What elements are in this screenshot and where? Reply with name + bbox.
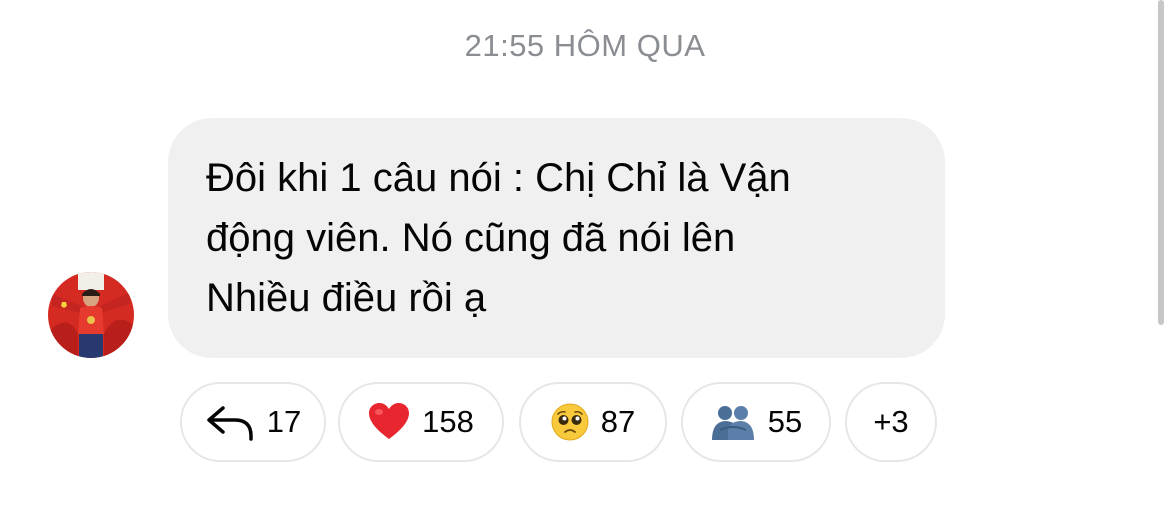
- pleading-reaction-button[interactable]: 87: [519, 382, 667, 462]
- pleading-count: 87: [600, 404, 636, 439]
- message-line: Nhiều điều rồi ạ: [206, 276, 487, 320]
- avatar-image-icon: [48, 272, 134, 358]
- pleading-face-icon: [551, 403, 589, 441]
- hug-reaction-button[interactable]: 55: [681, 382, 831, 462]
- hug-count: 55: [767, 404, 803, 439]
- message-timestamp: 21:55 HÔM QUA: [464, 28, 706, 63]
- message-bubble[interactable]: Đôi khi 1 câu nói : Chị Chỉ là Vận động …: [168, 118, 945, 358]
- scrollbar[interactable]: [1158, 0, 1164, 325]
- sender-avatar[interactable]: [48, 272, 134, 358]
- heart-icon: [368, 402, 410, 442]
- more-reactions-count: +3: [873, 404, 909, 439]
- hug-icon: [710, 404, 756, 440]
- reply-arrow-icon: [205, 402, 255, 442]
- heart-count: 158: [422, 404, 474, 439]
- heart-reaction-button[interactable]: 158: [338, 382, 504, 462]
- reply-count: 17: [266, 404, 302, 439]
- message-line: Đôi khi 1 câu nói : Chị Chỉ là Vận: [206, 156, 791, 200]
- message-line: động viên. Nó cũng đã nói lên: [206, 216, 736, 260]
- more-reactions-button[interactable]: +3: [845, 382, 937, 462]
- reply-count-button[interactable]: 17: [180, 382, 326, 462]
